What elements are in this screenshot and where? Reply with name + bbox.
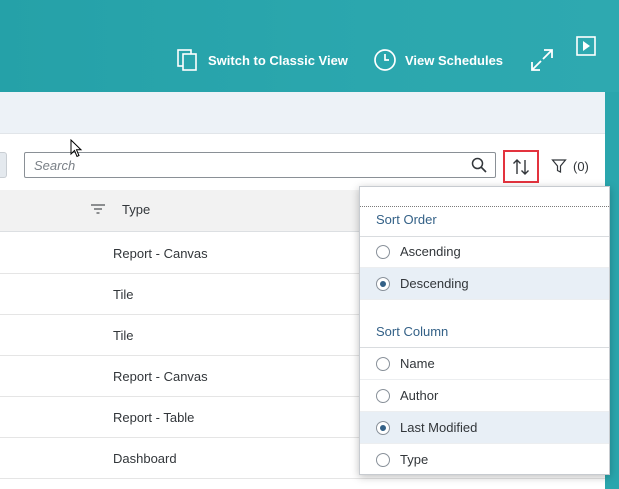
mouse-cursor-icon (70, 139, 83, 158)
radio-last-modified[interactable] (376, 421, 390, 435)
sort-arrows-icon (513, 158, 529, 175)
view-schedules-button[interactable]: View Schedules (373, 47, 503, 73)
search-input[interactable] (24, 152, 496, 178)
option-label: Last Modified (400, 420, 478, 435)
sort-order-title: Sort Order (376, 212, 437, 227)
clock-icon (374, 49, 396, 71)
view-toggle-stub[interactable] (0, 152, 7, 178)
sort-order-ascending[interactable]: Ascending (360, 236, 609, 268)
sort-column-author[interactable]: Author (360, 380, 609, 412)
option-label: Author (400, 388, 439, 403)
radio-name[interactable] (376, 357, 390, 371)
switch-classic-view-button[interactable]: Switch to Classic View (176, 47, 348, 73)
radio-type[interactable] (376, 453, 390, 467)
popover-focus-outline (360, 187, 609, 207)
sort-popover: Sort Order Ascending Descending Sort Col… (359, 186, 610, 475)
sort-column-name[interactable]: Name (360, 348, 609, 380)
switch-classic-view-label: Switch to Classic View (208, 52, 348, 68)
play-icon[interactable] (576, 36, 596, 56)
sort-button[interactable] (503, 150, 539, 183)
option-label: Descending (400, 276, 469, 291)
filter-button[interactable]: (0) (551, 156, 589, 176)
sub-header-bar (0, 92, 605, 134)
sort-column-type[interactable]: Type (360, 444, 609, 476)
filter-funnel-icon (551, 159, 567, 173)
radio-author[interactable] (376, 389, 390, 403)
option-label: Name (400, 356, 435, 371)
expand-icon[interactable] (530, 48, 554, 72)
type-column-header[interactable]: Type (122, 202, 150, 217)
row-type: Report - Canvas (113, 246, 208, 261)
sort-column-title: Sort Column (376, 324, 449, 339)
row-type: Report - Table (113, 410, 195, 425)
copy-pages-icon (177, 49, 197, 71)
option-label: Ascending (400, 244, 461, 259)
view-schedules-label: View Schedules (405, 52, 504, 68)
filter-count: (0) (573, 158, 589, 174)
option-label: Type (400, 452, 429, 467)
column-menu-icon[interactable] (90, 202, 106, 216)
radio-descending[interactable] (376, 277, 390, 291)
row-type: Dashboard (113, 451, 177, 466)
row-type: Tile (113, 328, 134, 343)
sort-order-descending[interactable]: Descending (360, 268, 609, 300)
app-header: Switch to Classic View View Schedules (0, 0, 619, 92)
search-icon[interactable] (471, 157, 487, 173)
row-type: Report - Canvas (113, 369, 208, 384)
row-type: Tile (113, 287, 134, 302)
sort-column-last-modified[interactable]: Last Modified (360, 412, 609, 444)
radio-ascending[interactable] (376, 245, 390, 259)
